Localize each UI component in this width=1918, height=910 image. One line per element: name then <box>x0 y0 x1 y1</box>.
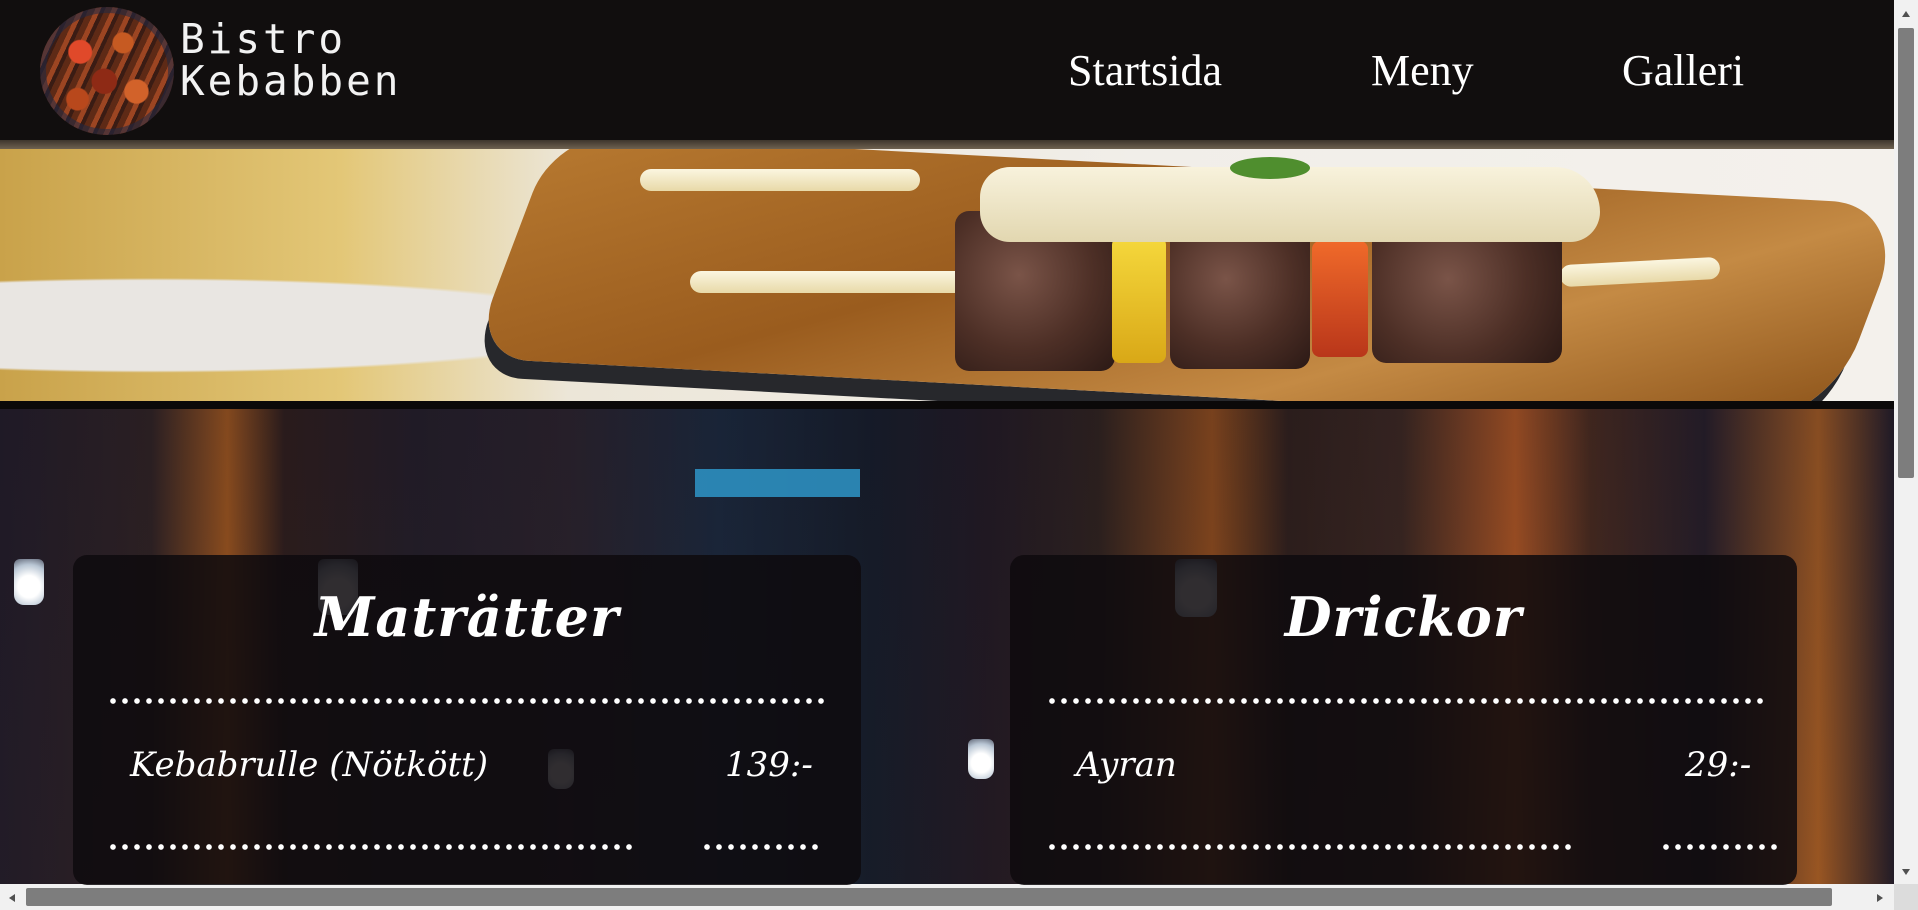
scrollbar-corner <box>1894 884 1918 910</box>
lit-window <box>695 469 860 497</box>
nav-link-startsida[interactable]: Startsida <box>1068 46 1222 96</box>
skewer-stick <box>690 271 970 293</box>
pepper-yellow <box>1112 237 1166 363</box>
dotted-divider <box>701 844 821 850</box>
brand-line-2: Kebabben <box>180 57 402 105</box>
food-menu-card: Maträtter Kebabrulle (Nötkött) 139:- <box>73 555 861 885</box>
food-menu-title: Maträtter <box>314 585 620 649</box>
site-header: Bistro Kebabben Startsida Meny Galleri <box>0 0 1894 140</box>
herb-garnish <box>1230 157 1310 179</box>
nav-link-meny[interactable]: Meny <box>1371 46 1474 96</box>
scroll-left-arrow-icon[interactable] <box>6 891 20 905</box>
street-lamp <box>968 739 994 779</box>
scroll-down-arrow-icon[interactable] <box>1898 866 1914 880</box>
drinks-menu-title: Drickor <box>1284 585 1523 649</box>
menu-item-price: 139:- <box>725 745 813 785</box>
hero-divider <box>0 401 1894 409</box>
header-divider <box>0 140 1894 149</box>
dotted-divider <box>1046 698 1764 704</box>
street-lamp <box>14 559 44 605</box>
menu-item-name: Kebabrulle (Nötkött) <box>130 745 489 785</box>
sauce-topping <box>980 167 1600 242</box>
brand-line-1: Bistro <box>180 15 347 63</box>
scroll-right-arrow-icon[interactable] <box>1872 891 1886 905</box>
nav-link-galleri[interactable]: Galleri <box>1622 46 1744 96</box>
dotted-divider <box>107 844 633 850</box>
menu-item-name: Ayran <box>1076 745 1177 785</box>
horizontal-scroll-thumb[interactable] <box>26 888 1832 906</box>
menu-item-price: 29:- <box>1685 745 1752 785</box>
scroll-up-arrow-icon[interactable] <box>1898 8 1914 22</box>
drinks-menu-card: Drickor Ayran 29:- <box>1010 555 1797 885</box>
pepper-red <box>1312 241 1368 357</box>
meat-piece <box>1372 223 1562 363</box>
skewer-stick <box>640 169 920 191</box>
dotted-divider <box>1660 844 1780 850</box>
vertical-scroll-thumb[interactable] <box>1898 28 1914 478</box>
hero-food-image <box>0 149 1894 401</box>
dotted-divider <box>1046 844 1572 850</box>
brand-name[interactable]: Bistro Kebabben <box>180 18 401 102</box>
dotted-divider <box>107 698 825 704</box>
kebab-logo-icon[interactable] <box>40 7 174 135</box>
